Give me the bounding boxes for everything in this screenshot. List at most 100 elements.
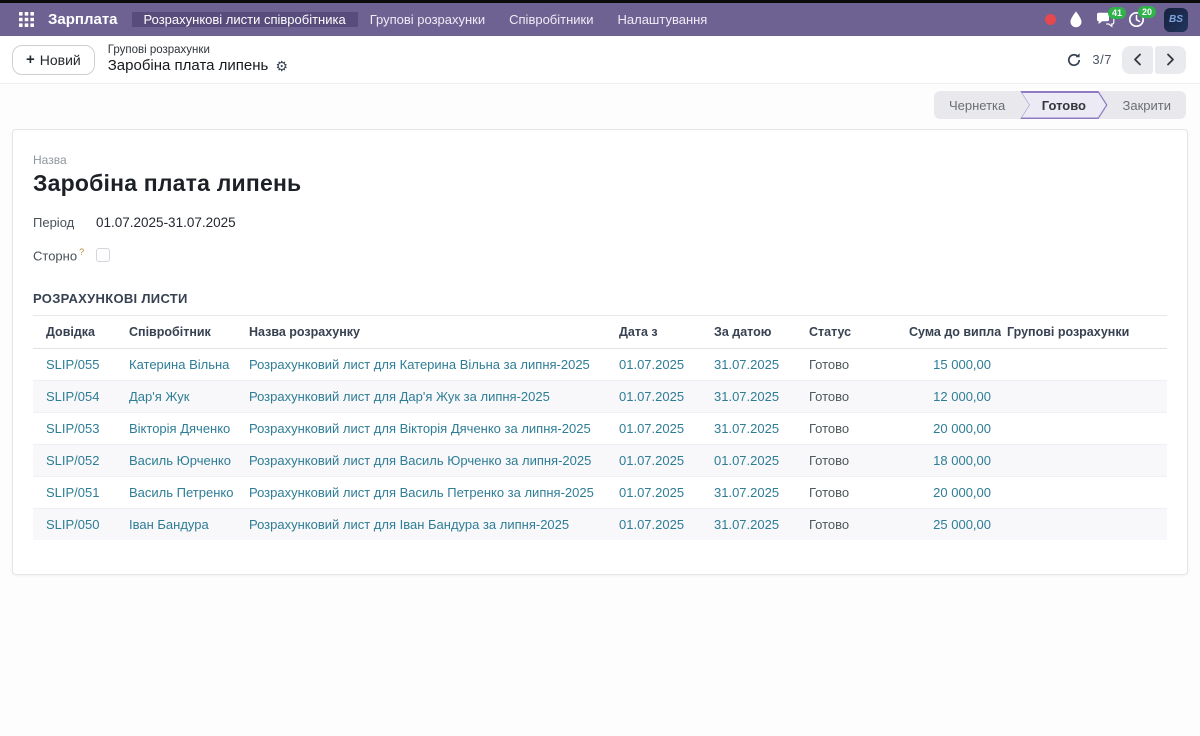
cell-status: Готово [809, 389, 849, 404]
apps-grid-glyph [19, 12, 34, 27]
new-button[interactable]: + Новий [12, 45, 95, 75]
breadcrumb-parent-link[interactable]: Групові розрахунки [108, 43, 288, 57]
menu-item-payslips[interactable]: Розрахункові листи співробітника [132, 12, 358, 27]
help-icon: ? [79, 247, 84, 257]
table-row[interactable]: SLIP/050 Іван Бандура Розрахунковий лист… [33, 509, 1167, 541]
cell-net-wage[interactable]: 12 000,00 [933, 389, 991, 404]
cell-date-to[interactable]: 31.07.2025 [714, 485, 779, 500]
period-field-row: Період 01.07.2025-31.07.2025 [33, 215, 1167, 230]
cell-date-from[interactable]: 01.07.2025 [619, 357, 684, 372]
cell-reference[interactable]: SLIP/054 [46, 389, 100, 404]
storno-checkbox[interactable] [96, 248, 110, 262]
top-menu: Розрахункові листи співробітника Групові… [132, 12, 720, 27]
header-batch[interactable]: Групові розрахунки [1001, 316, 1167, 349]
cell-payslip-name[interactable]: Розрахунковий лист для Іван Бандура за л… [249, 517, 569, 532]
cell-date-to[interactable]: 31.07.2025 [714, 421, 779, 436]
header-date-from[interactable]: Дата з [613, 316, 708, 349]
cell-employee[interactable]: Катерина Вільна [129, 357, 229, 372]
cell-payslip-name[interactable]: Розрахунковий лист для Василь Юрченко за… [249, 453, 591, 468]
chevron-left-icon [1133, 53, 1142, 66]
cell-date-to[interactable]: 31.07.2025 [714, 357, 779, 372]
menu-item-settings[interactable]: Налаштування [606, 12, 720, 27]
droplet-icon[interactable] [1069, 11, 1083, 28]
table-row[interactable]: SLIP/054 Дар'я Жук Розрахунковий лист дл… [33, 381, 1167, 413]
header-payslip-name[interactable]: Назва розрахунку [243, 316, 613, 349]
apps-grid-icon[interactable] [12, 3, 40, 36]
cell-employee[interactable]: Вікторія Дяченко [129, 421, 230, 436]
name-field-label: Назва [33, 153, 1167, 167]
navbar-left: Зарплата Розрахункові листи співробітник… [0, 3, 719, 36]
activity-badge: 20 [1138, 6, 1156, 18]
cell-employee[interactable]: Дар'я Жук [129, 389, 189, 404]
control-panel: + Новий Групові розрахунки Заробіна плат… [0, 36, 1200, 84]
header-date-to[interactable]: За датою [708, 316, 803, 349]
cell-status: Готово [809, 453, 849, 468]
table-header-row: Довідка Співробітник Назва розрахунку Да… [33, 316, 1167, 349]
cell-reference[interactable]: SLIP/053 [46, 421, 100, 436]
gear-icon[interactable]: ⚙ [275, 60, 288, 74]
cell-payslip-name[interactable]: Розрахунковий лист для Вікторія Дяченко … [249, 421, 591, 436]
period-field-value[interactable]: 01.07.2025-31.07.2025 [96, 215, 236, 230]
chevron-right-icon [1166, 53, 1175, 66]
cell-reference[interactable]: SLIP/051 [46, 485, 100, 500]
cell-payslip-name[interactable]: Розрахунковий лист для Катерина Вільна з… [249, 357, 590, 372]
cell-reference[interactable]: SLIP/052 [46, 453, 100, 468]
cell-reference[interactable]: SLIP/055 [46, 357, 100, 372]
header-employee[interactable]: Співробітник [123, 316, 243, 349]
breadcrumb: Групові розрахунки Заробіна плата липень… [108, 43, 288, 76]
header-reference[interactable]: Довідка [33, 316, 123, 349]
cell-net-wage[interactable]: 25 000,00 [933, 517, 991, 532]
menu-item-employees[interactable]: Співробітники [497, 12, 605, 27]
messages-icon[interactable]: 41 [1096, 12, 1115, 28]
payslips-section-title: РОЗРАХУНКОВІ ЛИСТИ [33, 291, 1167, 316]
payslips-table: Довідка Співробітник Назва розрахунку Да… [33, 316, 1167, 540]
cell-date-to[interactable]: 31.07.2025 [714, 389, 779, 404]
cell-net-wage[interactable]: 20 000,00 [933, 485, 991, 500]
status-step-close[interactable]: Закрити [1108, 91, 1186, 119]
cell-reference[interactable]: SLIP/050 [46, 517, 100, 532]
status-step-done-active[interactable]: Готово [1020, 91, 1107, 119]
activity-clock-icon[interactable]: 20 [1128, 11, 1145, 28]
new-button-label: Новий [40, 52, 81, 68]
user-avatar[interactable]: BS [1164, 8, 1188, 32]
app-name[interactable]: Зарплата [40, 11, 132, 28]
table-row[interactable]: SLIP/051 Василь Петренко Розрахунковий л… [33, 477, 1167, 509]
main-navbar: Зарплата Розрахункові листи співробітник… [0, 3, 1200, 36]
cell-payslip-name[interactable]: Розрахунковий лист для Дар'я Жук за липн… [249, 389, 550, 404]
cell-date-to[interactable]: 31.07.2025 [714, 517, 779, 532]
form-statusbar-row: Чернетка Готово Закрити [0, 84, 1200, 129]
table-row[interactable]: SLIP/053 Вікторія Дяченко Розрахунковий … [33, 413, 1167, 445]
table-row[interactable]: SLIP/052 Василь Юрченко Розрахунковий ли… [33, 445, 1167, 477]
menu-item-batches[interactable]: Групові розрахунки [358, 12, 497, 27]
cell-status: Готово [809, 485, 849, 500]
refresh-icon[interactable] [1066, 52, 1082, 68]
pager-previous-button[interactable] [1122, 46, 1153, 74]
header-net-wage[interactable]: Сума до виплати [903, 316, 1001, 349]
cell-employee[interactable]: Іван Бандура [129, 517, 209, 532]
status-step-draft[interactable]: Чернетка [934, 91, 1020, 119]
cell-status: Готово [809, 357, 849, 372]
breadcrumb-current: Заробіна плата липень [108, 57, 269, 76]
table-row[interactable]: SLIP/055 Катерина Вільна Розрахунковий л… [33, 349, 1167, 381]
form-sheet: Назва Заробіна плата липень Період 01.07… [12, 129, 1188, 575]
statusbar: Чернетка Готово Закрити [934, 91, 1186, 119]
cell-employee[interactable]: Василь Юрченко [129, 453, 231, 468]
cell-date-from[interactable]: 01.07.2025 [619, 517, 684, 532]
record-title[interactable]: Заробіна плата липень [33, 170, 1167, 197]
cell-date-from[interactable]: 01.07.2025 [619, 453, 684, 468]
pager-next-button[interactable] [1155, 46, 1186, 74]
cell-date-from[interactable]: 01.07.2025 [619, 389, 684, 404]
pager-value[interactable]: 3/7 [1092, 52, 1112, 67]
cell-employee[interactable]: Василь Петренко [129, 485, 233, 500]
messages-badge: 41 [1108, 7, 1126, 19]
header-status[interactable]: Статус [803, 316, 903, 349]
cell-status: Готово [809, 517, 849, 532]
recording-indicator-icon [1045, 14, 1056, 25]
cell-net-wage[interactable]: 20 000,00 [933, 421, 991, 436]
cell-net-wage[interactable]: 15 000,00 [933, 357, 991, 372]
cell-net-wage[interactable]: 18 000,00 [933, 453, 991, 468]
cell-date-from[interactable]: 01.07.2025 [619, 421, 684, 436]
cell-date-to[interactable]: 01.07.2025 [714, 453, 779, 468]
cell-date-from[interactable]: 01.07.2025 [619, 485, 684, 500]
cell-payslip-name[interactable]: Розрахунковий лист для Василь Петренко з… [249, 485, 594, 500]
